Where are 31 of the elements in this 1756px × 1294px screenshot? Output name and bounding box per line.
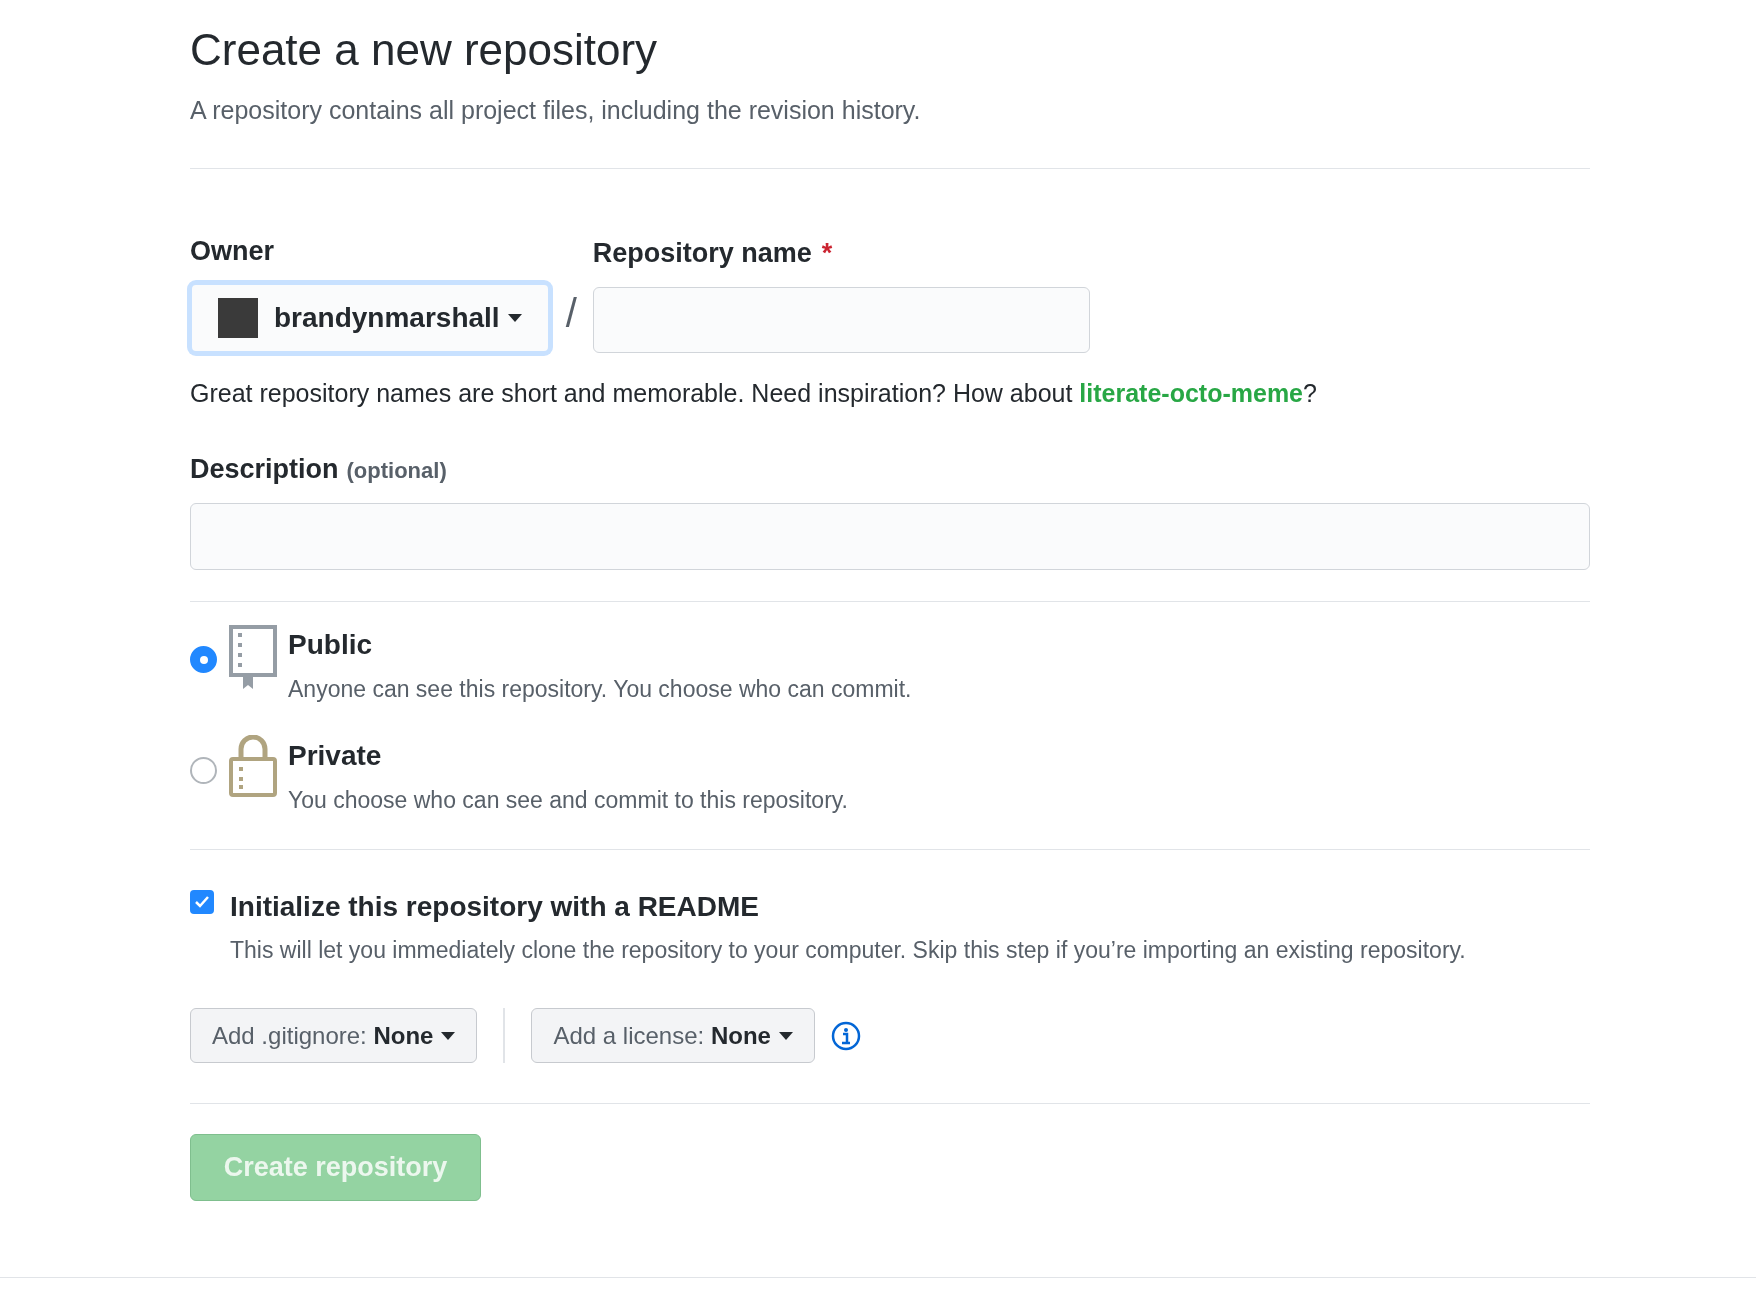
caret-icon (778, 1031, 793, 1040)
page-subtitle: A repository contains all project files, including the revision history. (190, 95, 922, 126)
checkmark-icon (194, 895, 210, 909)
readme-description: This will let you immediately clone the repository to your computer. Skip this step if you’re importing an existing repository. (230, 936, 1467, 965)
optional-note: (optional) (346, 456, 447, 485)
gitignore-dropdown[interactable]: Add .gitignore: None (190, 1008, 478, 1063)
visibility-title: Public (288, 628, 373, 662)
readme-checkbox[interactable] (190, 890, 214, 914)
license-dropdown[interactable]: Add a license: None (531, 1008, 815, 1063)
book-icon (228, 624, 278, 690)
radio-button[interactable] (190, 756, 217, 784)
repo-name-label: Repository name (592, 236, 812, 270)
visibility-description: You choose who can see and commit to this repository. (288, 785, 848, 815)
description-label: Description (190, 452, 339, 486)
visibility-title: Private (288, 738, 383, 773)
owner-label: Owner (190, 234, 276, 268)
required-mark: * (821, 236, 833, 270)
owner-dropdown[interactable]: brandynmarshall (190, 283, 550, 353)
avatar-placeholder (218, 298, 258, 338)
page-title: Create a new repository (190, 24, 659, 76)
readme-label: Initialize this repository with a README (230, 890, 760, 924)
info-icon[interactable] (830, 1020, 861, 1051)
repo-name-input[interactable] (592, 287, 1090, 353)
slash-separator: / (565, 290, 577, 337)
description-input[interactable] (190, 503, 1590, 570)
lock-icon (228, 734, 278, 797)
visibility-description: Anyone can see this repository. You choose who can commit. (288, 675, 912, 704)
caret-icon (441, 1031, 456, 1040)
caret-icon (507, 314, 522, 322)
hint-text: Great repository names are short and memorable. Need inspiration? How about literate-octo-meme? (190, 378, 1318, 409)
radio-button[interactable] (190, 646, 217, 673)
